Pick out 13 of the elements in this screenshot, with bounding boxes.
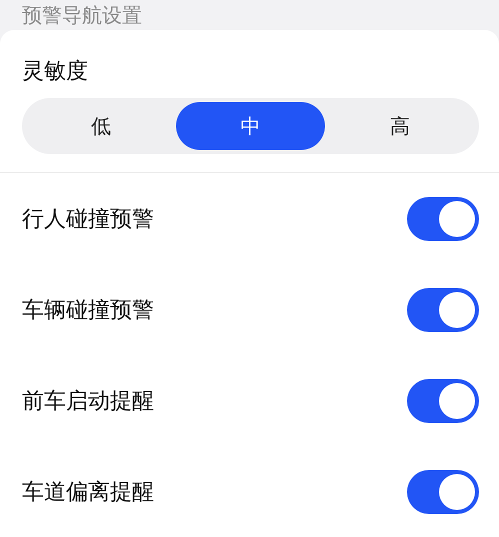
toggle-switch[interactable] [407,470,479,514]
setting-label: 行人碰撞预警 [22,206,154,234]
segment-option[interactable]: 低 [26,102,176,150]
toggle-switch[interactable] [407,196,479,240]
toggle-switch[interactable] [407,288,479,332]
segment-option[interactable]: 高 [325,102,476,150]
toggle-switch[interactable] [407,378,479,422]
section-title: 预警导航设置 [22,2,142,28]
setting-label: 车辆碰撞预警 [22,296,154,324]
setting-label: 车道偏离提醒 [22,478,154,506]
sensitivity-label: 灵敏度 [22,58,89,86]
segment-option[interactable]: 中 [176,102,326,150]
setting-label: 前车启动提醒 [22,388,154,416]
